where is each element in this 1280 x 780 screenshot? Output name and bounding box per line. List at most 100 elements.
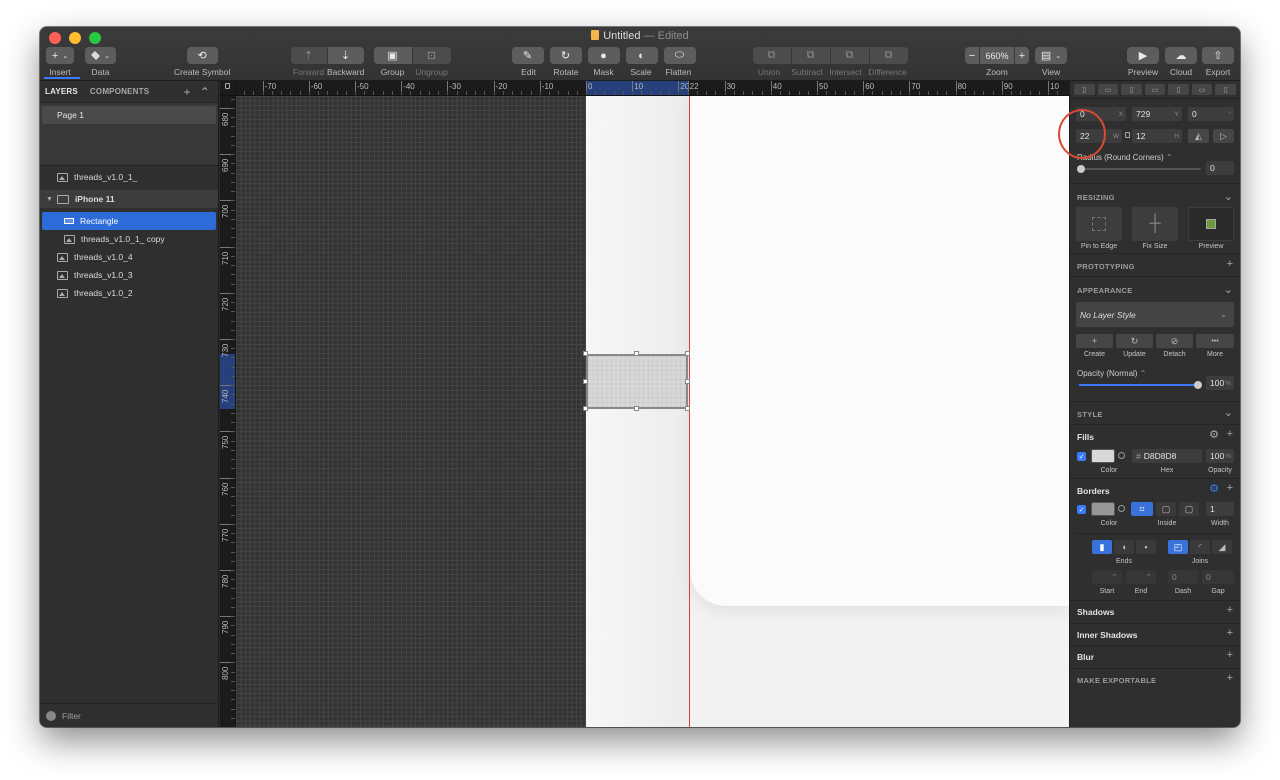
preview-tool[interactable]: ▶ Preview bbox=[1127, 47, 1159, 77]
align-top-icon[interactable]: ▭ bbox=[1144, 84, 1166, 95]
height-field[interactable]: 12 H bbox=[1132, 129, 1182, 143]
layer-item-selected[interactable]: Rectangle bbox=[42, 212, 216, 230]
border-color-swatch[interactable] bbox=[1091, 502, 1115, 516]
layer-style-select[interactable]: No Layer Style ⌄ bbox=[1076, 302, 1234, 327]
align-left-icon[interactable]: ▯ bbox=[1074, 84, 1095, 95]
dash-field[interactable]: 0 bbox=[1168, 570, 1198, 584]
add-fill-icon[interactable]: + bbox=[1227, 428, 1233, 440]
align-right-icon[interactable]: ▯ bbox=[1121, 84, 1142, 95]
pin-to-edge-control[interactable] bbox=[1076, 207, 1122, 241]
resize-handle[interactable] bbox=[634, 351, 639, 356]
flip-vertical-button[interactable]: ▷ bbox=[1213, 129, 1234, 143]
group-button[interactable]: ▣ bbox=[373, 47, 412, 64]
zoom-level[interactable]: 660% bbox=[980, 47, 1014, 64]
color-picker-icon[interactable] bbox=[1118, 505, 1125, 512]
add-page-icon[interactable]: + bbox=[184, 85, 191, 99]
joins-bevel-button[interactable]: ◢ bbox=[1212, 540, 1232, 554]
add-icon[interactable]: + bbox=[1227, 258, 1233, 270]
shadows-section[interactable]: Shadows + bbox=[1070, 600, 1240, 623]
lock-aspect-icon[interactable] bbox=[1125, 132, 1130, 138]
forward-button[interactable]: ⇡ bbox=[290, 47, 327, 64]
resize-handle[interactable] bbox=[685, 406, 690, 411]
arrow-end-select[interactable]: ⌃ bbox=[1126, 570, 1156, 584]
selected-rectangle[interactable] bbox=[586, 354, 688, 409]
mask-button[interactable]: ● bbox=[587, 47, 620, 64]
layer-item[interactable]: threads_v1.0_4 bbox=[40, 248, 218, 266]
page-item[interactable]: Page 1 bbox=[42, 106, 216, 124]
rotate-button[interactable]: ↻ bbox=[549, 47, 582, 64]
gap-field[interactable]: 0 bbox=[1202, 570, 1234, 584]
more-style-button[interactable]: ••• bbox=[1196, 334, 1234, 348]
radius-field[interactable]: 0 bbox=[1206, 161, 1234, 175]
data-tool[interactable]: ⌄ Data bbox=[85, 47, 116, 77]
difference-button[interactable]: ⧉ bbox=[869, 47, 908, 64]
fill-enabled-checkbox[interactable]: ✓ bbox=[1077, 452, 1086, 461]
resize-handle[interactable] bbox=[685, 378, 690, 384]
collapse-icon[interactable]: ⌄ bbox=[1224, 406, 1233, 419]
border-position-center-button[interactable]: ▢ bbox=[1156, 502, 1176, 516]
ungroup-button[interactable]: ⊡ bbox=[412, 47, 451, 64]
opacity-slider[interactable] bbox=[1079, 381, 1202, 389]
flip-horizontal-button[interactable]: ◭ bbox=[1188, 129, 1209, 143]
export-tool[interactable]: ⇧ Export bbox=[1202, 47, 1234, 77]
joins-miter-button[interactable]: ◰ bbox=[1168, 540, 1188, 554]
edit-button[interactable]: ✎ bbox=[511, 47, 544, 64]
rotation-field[interactable]: 0 ° bbox=[1188, 107, 1234, 121]
layer-item[interactable]: threads_v1.0_3 bbox=[40, 266, 218, 284]
union-button[interactable]: ⧉ bbox=[752, 47, 791, 64]
border-settings-gear-icon[interactable]: ⚙ bbox=[1209, 482, 1219, 495]
create-symbol-tool[interactable]: ⟲ Create Symbol bbox=[174, 47, 230, 77]
tab-layers[interactable]: LAYERS bbox=[45, 87, 78, 96]
border-width-field[interactable]: 1 bbox=[1206, 502, 1234, 516]
resize-handle[interactable] bbox=[634, 406, 639, 411]
zoom-in-button[interactable]: + bbox=[1015, 47, 1029, 64]
border-position-outside-button[interactable]: ▢ bbox=[1179, 502, 1199, 516]
backward-button[interactable]: ⇣ bbox=[327, 47, 364, 64]
add-export-icon[interactable]: + bbox=[1227, 672, 1233, 684]
add-blur-icon[interactable]: + bbox=[1227, 649, 1233, 661]
layer-filter[interactable]: Filter bbox=[40, 703, 219, 727]
layer-item[interactable]: threads_v1.0_1_ copy bbox=[40, 230, 218, 248]
intersect-button[interactable]: ⧉ bbox=[830, 47, 869, 64]
inner-shadows-section[interactable]: Inner Shadows + bbox=[1070, 623, 1240, 646]
ends-round-button[interactable]: ◖ bbox=[1114, 540, 1134, 554]
add-shadow-icon[interactable]: + bbox=[1227, 604, 1233, 616]
collapse-icon[interactable]: ⌄ bbox=[1224, 283, 1233, 296]
layer-item[interactable]: threads_v1.0_1_ bbox=[40, 168, 218, 186]
y-field[interactable]: 729 Y bbox=[1132, 107, 1182, 121]
resize-handle[interactable] bbox=[685, 351, 690, 356]
align-middle-icon[interactable]: ▯ bbox=[1168, 84, 1189, 95]
scale-button[interactable]: ◐ bbox=[625, 47, 658, 64]
update-style-button[interactable]: ↻ bbox=[1116, 334, 1153, 348]
flatten-button[interactable]: ⬭ bbox=[663, 47, 696, 64]
canvas[interactable]: -70 -60 -50 -40 -30 -20 -10 0 10 20 22 30 40 50 60 70 80… bbox=[220, 81, 1069, 727]
resize-handle[interactable] bbox=[583, 378, 588, 384]
fill-opacity-field[interactable]: 100% bbox=[1206, 449, 1234, 463]
blur-section[interactable]: Blur + bbox=[1070, 645, 1240, 668]
resize-handle[interactable] bbox=[583, 406, 588, 411]
collapse-icon[interactable]: ⌄ bbox=[1224, 190, 1233, 203]
border-position-inside-button[interactable]: ⌗ bbox=[1131, 502, 1153, 516]
resize-handle[interactable] bbox=[583, 351, 588, 356]
detach-style-button[interactable]: ⊘ bbox=[1156, 334, 1193, 348]
ends-butt-button[interactable]: ▮ bbox=[1092, 540, 1112, 554]
cloud-tool[interactable]: ☁ Cloud bbox=[1165, 47, 1197, 77]
align-center-icon[interactable]: ▭ bbox=[1097, 84, 1119, 95]
zoom-out-button[interactable]: − bbox=[965, 47, 979, 64]
joins-round-button[interactable]: ◜ bbox=[1190, 540, 1210, 554]
slider-knob[interactable] bbox=[1077, 165, 1085, 173]
fill-color-swatch[interactable] bbox=[1091, 449, 1115, 463]
subtract-button[interactable]: ⧉ bbox=[791, 47, 830, 64]
fill-hex-field[interactable]: # D8D8D8 bbox=[1132, 449, 1202, 463]
fill-settings-gear-icon[interactable]: ⚙ bbox=[1209, 428, 1219, 441]
align-bottom-icon[interactable]: ▭ bbox=[1191, 84, 1213, 95]
insert-tool[interactable]: + ⌄ Insert bbox=[46, 47, 74, 77]
layer-item[interactable]: threads_v1.0_2 bbox=[40, 284, 218, 302]
border-enabled-checkbox[interactable]: ✓ bbox=[1077, 505, 1086, 514]
radius-slider[interactable] bbox=[1077, 165, 1201, 173]
create-style-button[interactable]: + bbox=[1076, 334, 1113, 348]
slider-knob[interactable] bbox=[1194, 381, 1202, 389]
view-tool[interactable]: ▤ ⌄ View bbox=[1035, 47, 1067, 77]
add-inner-shadow-icon[interactable]: + bbox=[1227, 627, 1233, 639]
color-picker-icon[interactable] bbox=[1118, 452, 1125, 459]
